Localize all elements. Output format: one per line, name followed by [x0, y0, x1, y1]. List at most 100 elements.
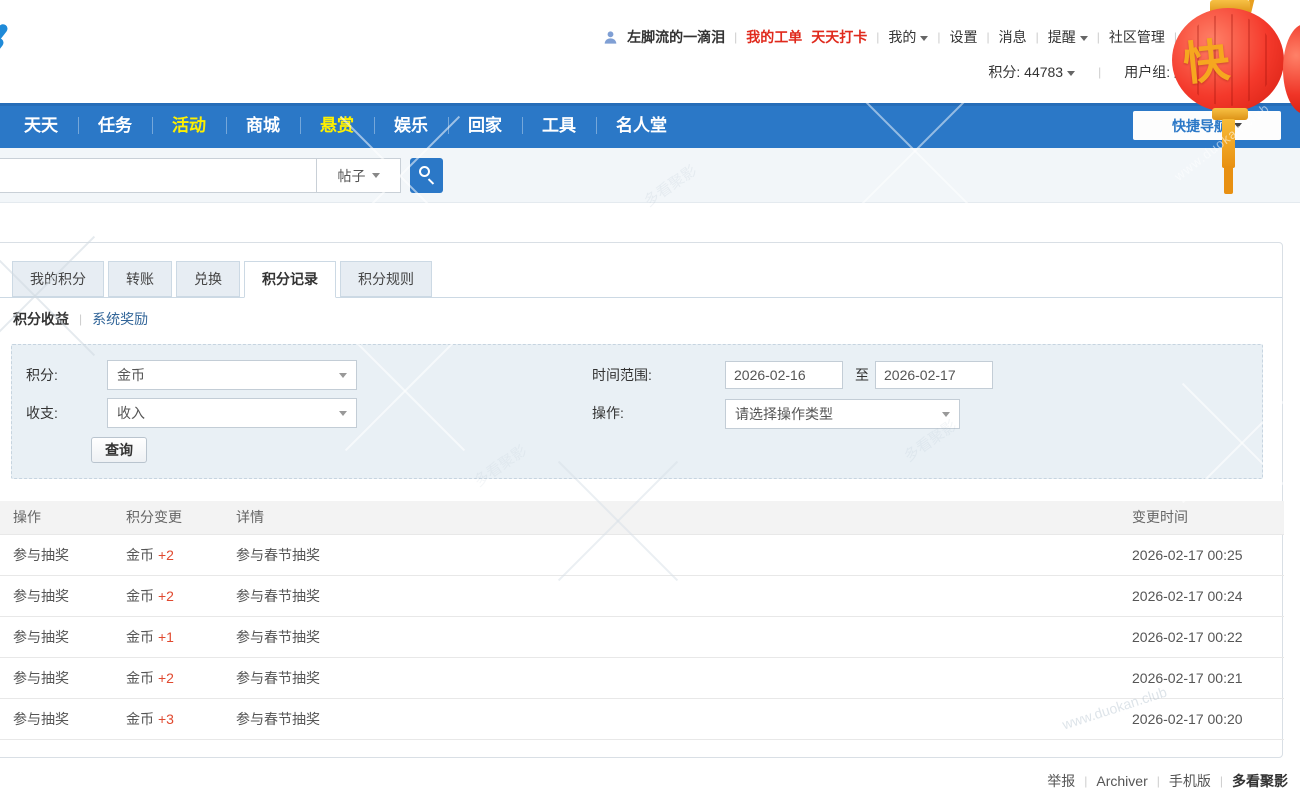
nav-item-shangcheng[interactable]: 商城: [226, 103, 300, 148]
divider: |: [1035, 30, 1039, 44]
table-row: 参与抽奖 金币 +2 参与春节抽奖 2026-02-17 00:21: [0, 657, 1284, 699]
checkin-link[interactable]: 天天打卡: [811, 27, 867, 47]
site-name-link[interactable]: 多看聚影: [1232, 771, 1288, 791]
divider: |: [1096, 30, 1100, 44]
nav-item-gongju[interactable]: 工具: [522, 103, 596, 148]
tab-exchange[interactable]: 兑换: [176, 261, 240, 297]
nav-item-yule[interactable]: 娱乐: [374, 103, 448, 148]
income-expense-label: 收支:: [26, 405, 58, 421]
tab-strip: 我的积分 转账 兑换 积分记录 积分规则: [0, 261, 1282, 298]
search-input[interactable]: [0, 158, 317, 193]
credits-panel: 我的积分 转账 兑换 积分记录 积分规则 积分收益 | 系统奖励 积分: 金币 …: [0, 242, 1284, 758]
notices-menu[interactable]: 提醒: [1048, 27, 1088, 47]
usergroup-menu[interactable]: 用户组: 版主: [1124, 62, 1214, 82]
chevron-down-icon: [339, 373, 347, 378]
col-credit-change: 积分变更: [126, 501, 236, 535]
cell-change-time: 2026-02-17 00:21: [1132, 657, 1284, 699]
table-row: 参与抽奖 金币 +2 参与春节抽奖 2026-02-17 00:24: [0, 575, 1284, 617]
divider: |: [937, 30, 941, 44]
search-icon: [419, 166, 430, 177]
time-range-label: 时间范围:: [592, 367, 652, 383]
quick-nav-button[interactable]: 快捷导航: [1133, 111, 1281, 140]
header: 左脚流的一滴泪 | 我的工单 天天打卡 | 我的 | 设置 | 消息 | 提醒 …: [0, 0, 1300, 103]
username-link[interactable]: 左脚流的一滴泪: [627, 27, 725, 47]
col-operation: 操作: [0, 501, 126, 535]
col-change-time: 变更时间: [1132, 501, 1284, 535]
date-to-input[interactable]: [875, 361, 993, 389]
query-button[interactable]: 查询: [91, 437, 147, 463]
cell-credit-change: 金币 +2: [126, 575, 236, 617]
to-label: 至: [855, 367, 869, 383]
site-logo[interactable]: [0, 22, 46, 82]
footer: 举报 | Archiver | 手机版 | 多看聚影: [1047, 771, 1288, 791]
tab-credit-rules[interactable]: 积分规则: [340, 261, 432, 297]
cell-change-time: 2026-02-17 00:22: [1132, 616, 1284, 658]
cell-detail: 参与春节抽奖: [236, 575, 1132, 617]
user-toolbar: 左脚流的一滴泪 | 我的工单 天天打卡 | 我的 | 设置 | 消息 | 提醒 …: [603, 27, 1214, 47]
logout-link[interactable]: 退出: [1186, 27, 1214, 47]
nav-item-huijia[interactable]: 回家: [448, 103, 522, 148]
messages-link[interactable]: 消息: [999, 27, 1027, 47]
cell-operation: 参与抽奖: [0, 575, 126, 617]
divider: |: [986, 30, 990, 44]
operation-select[interactable]: 请选择操作类型: [725, 399, 960, 429]
cell-detail: 参与春节抽奖: [236, 657, 1132, 699]
cell-operation: 参与抽奖: [0, 657, 126, 699]
divider: |: [1156, 774, 1160, 788]
chevron-down-icon: [1079, 35, 1088, 41]
divider: |: [1098, 65, 1102, 79]
page: 左脚流的一滴泪 | 我的工单 天天打卡 | 我的 | 设置 | 消息 | 提醒 …: [0, 0, 1300, 793]
divider: |: [876, 30, 880, 44]
date-from-input[interactable]: [725, 361, 843, 389]
cell-change-time: 2026-02-17 00:25: [1132, 534, 1284, 576]
chevron-down-icon: [1234, 123, 1242, 128]
mobile-version-link[interactable]: 手机版: [1169, 771, 1211, 791]
tab-transfer[interactable]: 转账: [108, 261, 172, 297]
nav-item-renwu[interactable]: 任务: [78, 103, 152, 148]
cell-change-time: 2026-02-17 00:20: [1132, 698, 1284, 740]
table-row: 参与抽奖 金币 +3 参与春节抽奖 2026-02-17 00:20: [0, 698, 1284, 740]
nav-item-tiantian[interactable]: 天天: [4, 103, 78, 148]
my-menu[interactable]: 我的: [888, 27, 929, 47]
nav-item-mingrentang[interactable]: 名人堂: [596, 103, 687, 148]
user-icon: [604, 30, 617, 44]
nav-item-xuanshang[interactable]: 悬赏: [300, 103, 374, 148]
table-row: 参与抽奖 金币 +1 参与春节抽奖 2026-02-17 00:22: [0, 616, 1284, 658]
divider: |: [1219, 774, 1223, 788]
cell-detail: 参与春节抽奖: [236, 698, 1132, 740]
credit-type-select[interactable]: 金币: [107, 360, 357, 390]
credit-log-table: 操作 积分变更 详情 变更时间 参与抽奖 金币 +2 参与春节抽奖 2026-02…: [0, 501, 1284, 740]
divider: |: [734, 30, 738, 44]
admin-link[interactable]: 社区管理: [1109, 27, 1165, 47]
divider: |: [1084, 774, 1088, 788]
cell-change-time: 2026-02-17 00:24: [1132, 575, 1284, 617]
chevron-down-icon: [920, 35, 929, 41]
cell-credit-change: 金币 +2: [126, 534, 236, 576]
income-expense-select[interactable]: 收入: [107, 398, 357, 428]
sub-nav: 积分收益 | 系统奖励: [13, 309, 148, 329]
operation-label: 操作:: [592, 405, 624, 421]
search-type-select[interactable]: 帖子: [317, 158, 401, 193]
filter-panel: 积分: 金币 时间范围: 至 收支: 收入 操作: 请选择操作类型 查询: [11, 344, 1263, 479]
cell-detail: 参与春节抽奖: [236, 616, 1132, 658]
workorder-link[interactable]: 我的工单: [746, 27, 802, 47]
report-link[interactable]: 举报: [1047, 771, 1075, 791]
credits-menu[interactable]: 积分: 44783: [988, 62, 1076, 82]
chevron-down-icon: [1206, 70, 1214, 76]
table-header-row: 操作 积分变更 详情 变更时间: [0, 501, 1284, 535]
search-bar: 帖子: [0, 148, 1300, 203]
nav-item-huodong[interactable]: 活动: [152, 103, 226, 148]
chevron-down-icon: [339, 411, 347, 416]
subnav-system-rewards-link[interactable]: 系统奖励: [92, 309, 148, 329]
main-navbar: 天天 任务 活动 商城 悬赏 娱乐 回家 工具 名人堂 快捷导航: [0, 103, 1300, 148]
cell-credit-change: 金币 +3: [126, 698, 236, 740]
credit-type-label: 积分:: [26, 367, 58, 383]
archiver-link[interactable]: Archiver: [1096, 773, 1147, 789]
nav-items: 天天 任务 活动 商城 悬赏 娱乐 回家 工具 名人堂: [4, 103, 687, 148]
tab-my-credits[interactable]: 我的积分: [12, 261, 104, 297]
tab-credit-log[interactable]: 积分记录: [244, 261, 336, 298]
divider: |: [1173, 30, 1177, 44]
cell-credit-change: 金币 +2: [126, 657, 236, 699]
settings-link[interactable]: 设置: [950, 27, 978, 47]
search-button[interactable]: [410, 158, 443, 193]
